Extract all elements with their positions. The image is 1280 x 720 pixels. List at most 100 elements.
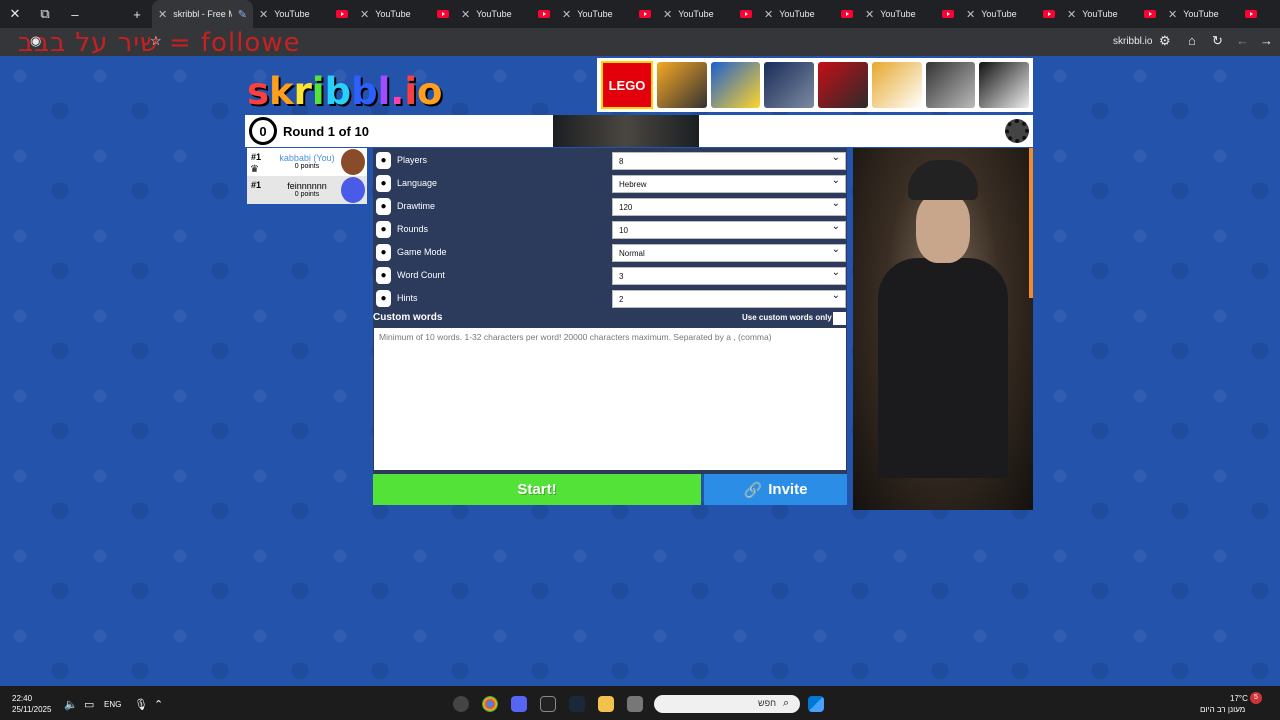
setting-select[interactable]: 8 xyxy=(612,152,846,170)
tab-youtube[interactable]: ✕ YouTube xyxy=(657,0,758,28)
close-tab-icon[interactable]: ✕ xyxy=(966,8,975,21)
bookmark-star-icon[interactable]: ☆ xyxy=(150,33,162,49)
tab-title: YouTube xyxy=(1183,9,1219,19)
player-rank: #1 xyxy=(251,180,262,190)
ad-figure xyxy=(916,193,970,263)
side-video-ad[interactable] xyxy=(853,148,1033,510)
clock-time[interactable]: 22:40 xyxy=(12,694,32,703)
discord-icon[interactable] xyxy=(511,696,527,712)
clock-icon: ● xyxy=(376,198,391,215)
forward-icon[interactable]: ← xyxy=(1236,33,1249,48)
app-icon[interactable] xyxy=(453,696,469,712)
logo-letter: i xyxy=(404,70,418,113)
tab-youtube[interactable]: ✕ YouTube xyxy=(1061,0,1162,28)
tab-youtube[interactable]: ✕ YouTube xyxy=(354,0,455,28)
custom-words-only-checkbox[interactable] xyxy=(833,312,846,325)
chrome-icon[interactable] xyxy=(482,696,498,712)
notification-badge[interactable]: 5 xyxy=(1250,692,1262,704)
round-icon: ● xyxy=(376,221,391,238)
setting-label: Players xyxy=(397,155,428,165)
custom-words-only-label: Use custom words only xyxy=(742,313,832,322)
youtube-favicon-icon xyxy=(437,10,449,18)
network-icon[interactable]: ▭ xyxy=(84,698,94,711)
restore-window-icon[interactable]: ⧉ xyxy=(30,0,60,28)
close-tab-icon[interactable]: ✕ xyxy=(764,8,773,21)
invite-button[interactable]: 🔗 Invite xyxy=(704,474,847,505)
ad-product-image xyxy=(657,62,707,108)
player-entry[interactable]: #1 feinnnnnn 0 points xyxy=(247,176,367,204)
custom-words-textarea[interactable]: Minimum of 10 words. 1-32 characters per… xyxy=(374,328,846,470)
new-tab-icon[interactable]: + xyxy=(122,0,152,28)
language-indicator[interactable]: ENG xyxy=(104,700,121,709)
setting-select[interactable]: 2 xyxy=(612,290,846,308)
app-icon[interactable] xyxy=(627,696,643,712)
close-tab-icon[interactable]: ✕ xyxy=(562,8,571,21)
taskbar-search[interactable]: חפש xyxy=(654,695,800,713)
setting-select[interactable]: Normal xyxy=(612,244,846,262)
tab-youtube[interactable]: ✕ YouTube xyxy=(960,0,1061,28)
epic-games-icon[interactable] xyxy=(540,696,556,712)
minimize-window-icon[interactable]: – xyxy=(60,0,90,28)
logo-letter: . xyxy=(390,70,405,113)
search-icon: ⌕ xyxy=(783,697,790,709)
tab-youtube[interactable]: ✕ YouTube xyxy=(556,0,657,28)
youtube-favicon-icon xyxy=(740,10,752,18)
close-window-icon[interactable]: ✕ xyxy=(0,0,30,28)
volume-icon[interactable]: 🔈 xyxy=(64,698,78,711)
player-name: feinnnnnn xyxy=(287,181,327,191)
close-tab-icon[interactable]: ✕ xyxy=(158,8,167,21)
ad-figure xyxy=(878,258,1008,478)
avatar xyxy=(341,149,365,175)
home-icon[interactable]: ⌂ xyxy=(1188,33,1196,48)
profile-icon[interactable]: ◉ xyxy=(30,33,41,49)
round-counter: Round 1 of 10 xyxy=(283,123,369,139)
youtube-favicon-icon xyxy=(841,10,853,18)
microphone-icon[interactable]: 🎙 xyxy=(134,698,148,711)
reload-icon[interactable]: ↻ xyxy=(1212,33,1223,49)
back-icon[interactable]: → xyxy=(1260,33,1273,48)
youtube-favicon-icon xyxy=(336,10,348,18)
tab-youtube[interactable]: ✕ YouTube xyxy=(758,0,859,28)
tab-youtube[interactable]: ✕ YouTube xyxy=(1162,0,1263,28)
close-tab-icon[interactable]: ✕ xyxy=(865,8,874,21)
weather-temp[interactable]: 17°C xyxy=(1230,694,1248,703)
setting-select[interactable]: 3 xyxy=(612,267,846,285)
ad-figure xyxy=(908,160,978,200)
tab-title: YouTube xyxy=(779,9,815,19)
close-tab-icon[interactable]: ✕ xyxy=(259,8,268,21)
chevron-up-icon[interactable]: ⌃ xyxy=(154,698,163,711)
close-tab-icon[interactable]: ✕ xyxy=(461,8,470,21)
tab-youtube[interactable]: ✕ YouTube xyxy=(253,0,354,28)
clock-date[interactable]: 25/11/2025 xyxy=(12,705,51,714)
setting-select[interactable]: 120 xyxy=(612,198,846,216)
ad-banner[interactable]: LEGO xyxy=(597,58,1033,112)
logo-letter: r xyxy=(293,70,312,113)
setting-label: Rounds xyxy=(397,224,429,234)
gear-icon[interactable] xyxy=(1005,119,1029,143)
logo-letter: l xyxy=(377,70,391,113)
tab-youtube[interactable]: ✕ YouTube xyxy=(455,0,556,28)
address-bar-url[interactable]: skribbl.io xyxy=(1113,36,1152,47)
avatar xyxy=(341,177,365,203)
steam-icon[interactable] xyxy=(569,696,585,712)
player-name: kabbabi (You) xyxy=(279,153,335,163)
player-entry[interactable]: #1 ♛ kabbabi (You) 0 points xyxy=(247,148,367,176)
video-ad-thumbnail[interactable] xyxy=(553,115,699,147)
close-tab-icon[interactable]: ✕ xyxy=(1168,8,1177,21)
site-settings-icon[interactable]: ⚙ xyxy=(1159,33,1171,49)
file-explorer-icon[interactable] xyxy=(598,696,614,712)
close-tab-icon[interactable]: ✕ xyxy=(1067,8,1076,21)
setting-select[interactable]: 10 xyxy=(612,221,846,239)
setting-row: ● Game Mode Normal xyxy=(373,242,847,264)
skribbl-favicon-icon: ✎ xyxy=(237,8,247,21)
side-ad-scrollbar[interactable] xyxy=(1029,148,1033,298)
youtube-favicon-icon xyxy=(1043,10,1055,18)
weather-desc[interactable]: מעונן רב היום xyxy=(1200,705,1245,714)
close-tab-icon[interactable]: ✕ xyxy=(360,8,369,21)
start-button[interactable]: Start! xyxy=(373,474,701,505)
close-tab-icon[interactable]: ✕ xyxy=(663,8,672,21)
setting-select[interactable]: Hebrew xyxy=(612,175,846,193)
tab-youtube[interactable]: ✕ YouTube xyxy=(859,0,960,28)
tab-skribbl[interactable]: ✕ skribbl - Free M ✎ xyxy=(152,0,253,28)
windows-start-icon[interactable] xyxy=(808,696,824,712)
